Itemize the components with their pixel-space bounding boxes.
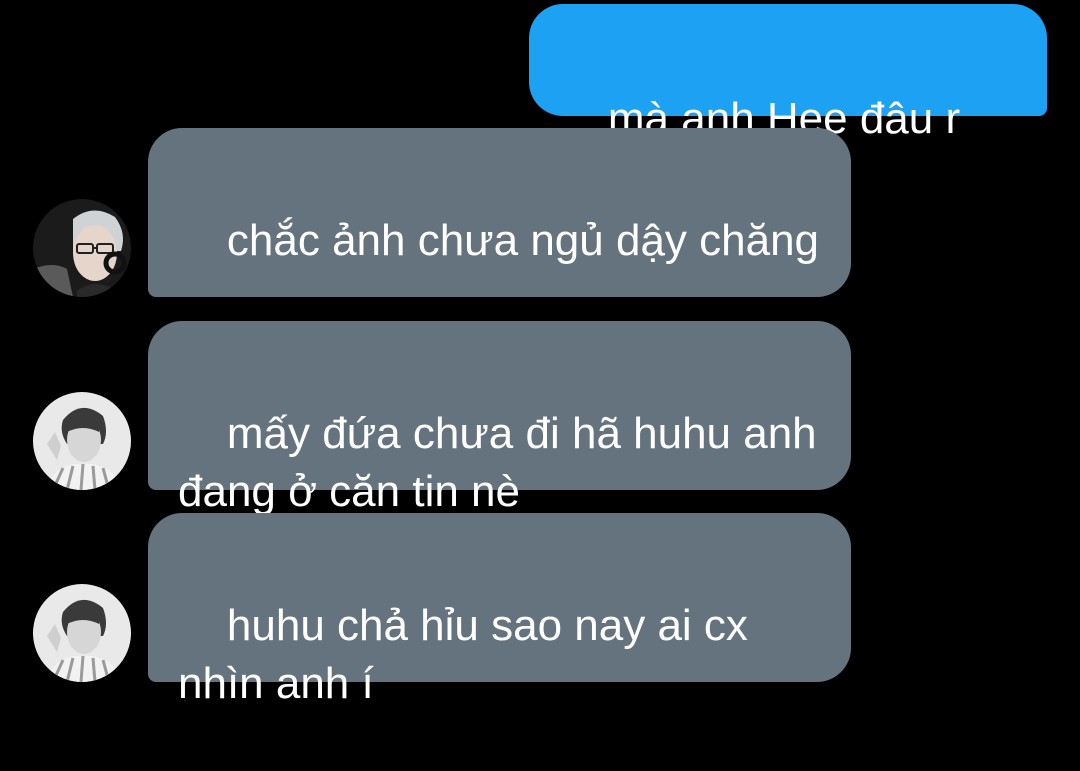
message-bubble-received[interactable]: mấy đứa chưa đi hã huhu anh đang ở căn t… <box>148 321 851 516</box>
avatar[interactable] <box>33 584 131 682</box>
avatar[interactable] <box>33 392 131 490</box>
message-bubble-received[interactable]: huhu chả hỉu sao nay ai cx nhìn anh í <box>148 513 851 708</box>
message-text: mấy đứa chưa đi hã huhu anh đang ở căn t… <box>178 409 817 516</box>
message-bubble-received[interactable]: chắc ảnh chưa ngủ dậy chăng <box>148 128 851 436</box>
chat-thread: mà anh Hee đâu r nhỷ chắc ảnh chưa ngủ d… <box>0 0 1080 708</box>
message-bubble-sent[interactable]: mà anh Hee đâu r nhỷ <box>529 4 1047 201</box>
avatar[interactable] <box>33 199 131 297</box>
message-text: huhu chả hỉu sao nay ai cx nhìn anh í <box>178 601 748 708</box>
message-text: chắc ảnh chưa ngủ dậy chăng <box>226 216 820 265</box>
